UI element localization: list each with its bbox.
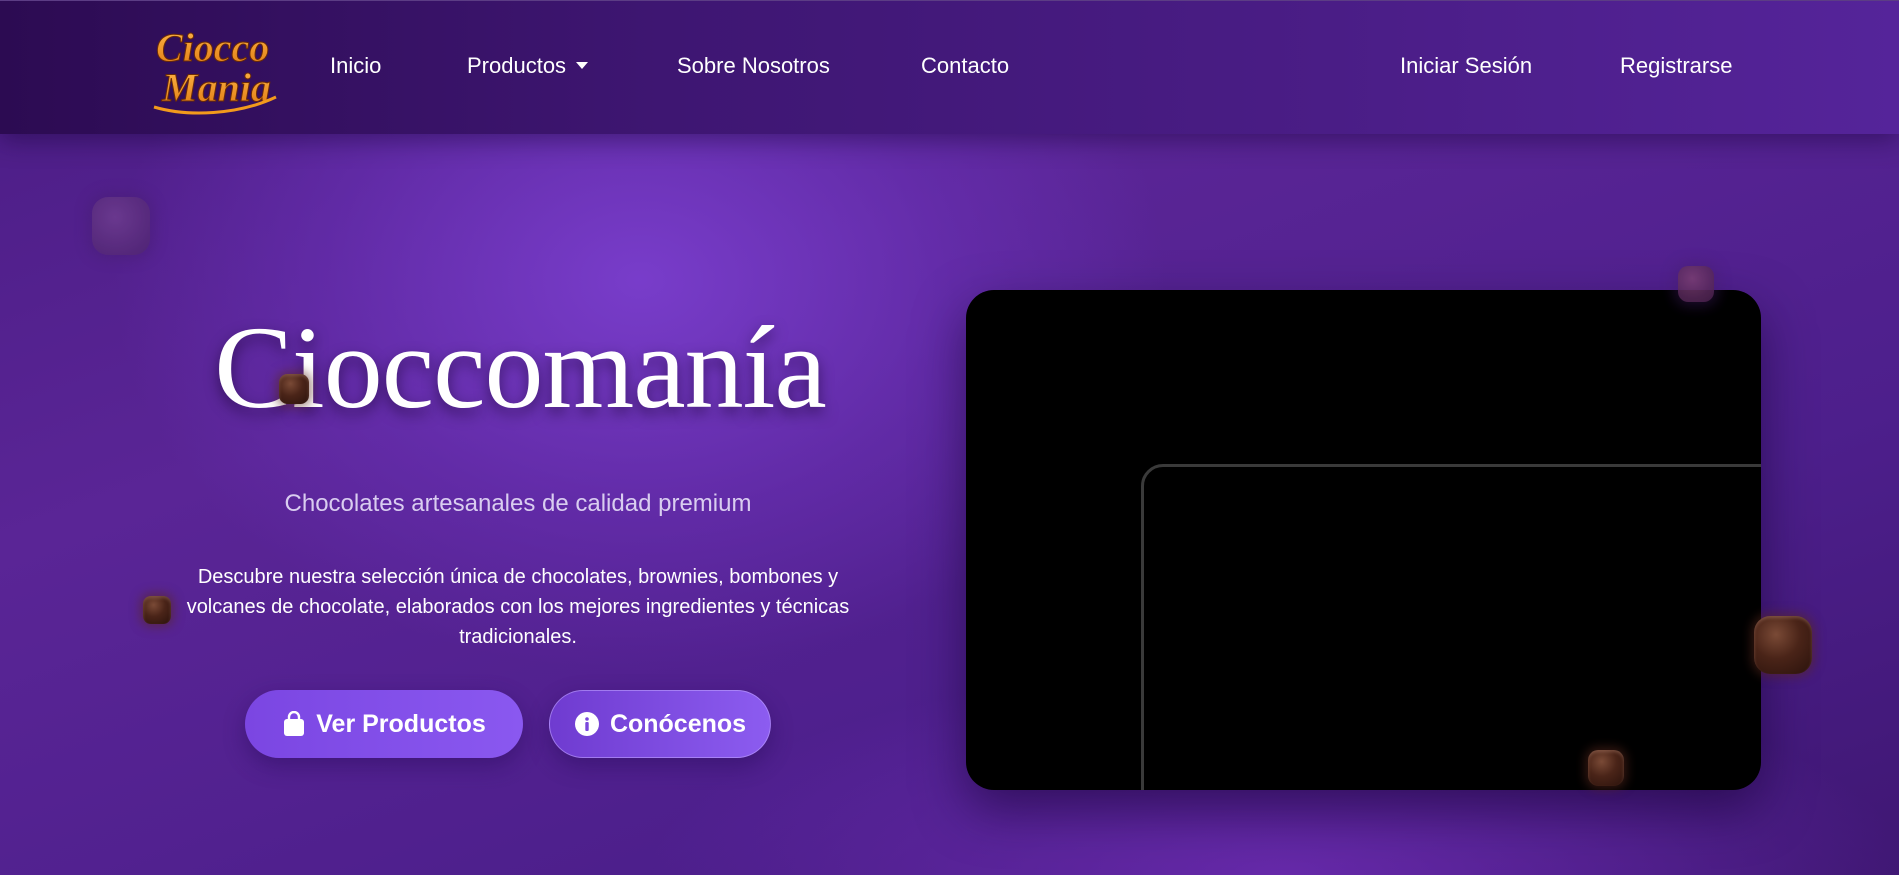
nav-inicio[interactable]: Inicio [330, 53, 381, 79]
floating-chocolate [1754, 616, 1812, 674]
caret-down-icon [576, 62, 589, 69]
nav-sobre-nosotros[interactable]: Sobre Nosotros [677, 53, 830, 79]
nav-productos-dropdown[interactable]: Productos [467, 53, 589, 79]
cioccomania-logo[interactable]: Ciocco Mania [148, 19, 284, 115]
conocenos-label: Conócenos [609, 709, 747, 738]
hero-video-panel[interactable] [966, 290, 1761, 790]
ver-productos-button[interactable]: Ver Productos [245, 690, 523, 758]
video-inner-frame [1141, 464, 1761, 790]
floating-chocolate [1678, 266, 1714, 302]
hero-subtitle: Chocolates artesanales de calidad premiu… [284, 490, 752, 517]
nav-contacto[interactable]: Contacto [921, 53, 1009, 79]
logo-line1: Ciocco [156, 25, 269, 70]
navbar: Ciocco Mania Inicio Productos Sobre Noso… [0, 0, 1899, 134]
conocenos-button[interactable]: Conócenos [549, 690, 771, 758]
hero-title: Cioccomanía [214, 302, 827, 433]
info-circle-icon [574, 711, 600, 737]
nav-productos-label: Productos [467, 53, 567, 78]
nav-iniciar-sesion[interactable]: Iniciar Sesión [1400, 53, 1532, 79]
logo-line2: Mania [161, 65, 271, 110]
ver-productos-label: Ver Productos [316, 709, 486, 738]
floating-chocolate [92, 197, 150, 255]
floating-chocolate [279, 374, 309, 404]
hero-description: Descubre nuestra selección única de choc… [186, 566, 850, 648]
shopping-bag-icon [282, 711, 306, 737]
floating-chocolate [143, 596, 171, 624]
nav-registrarse[interactable]: Registrarse [1620, 53, 1732, 79]
floating-chocolate [1588, 750, 1624, 786]
